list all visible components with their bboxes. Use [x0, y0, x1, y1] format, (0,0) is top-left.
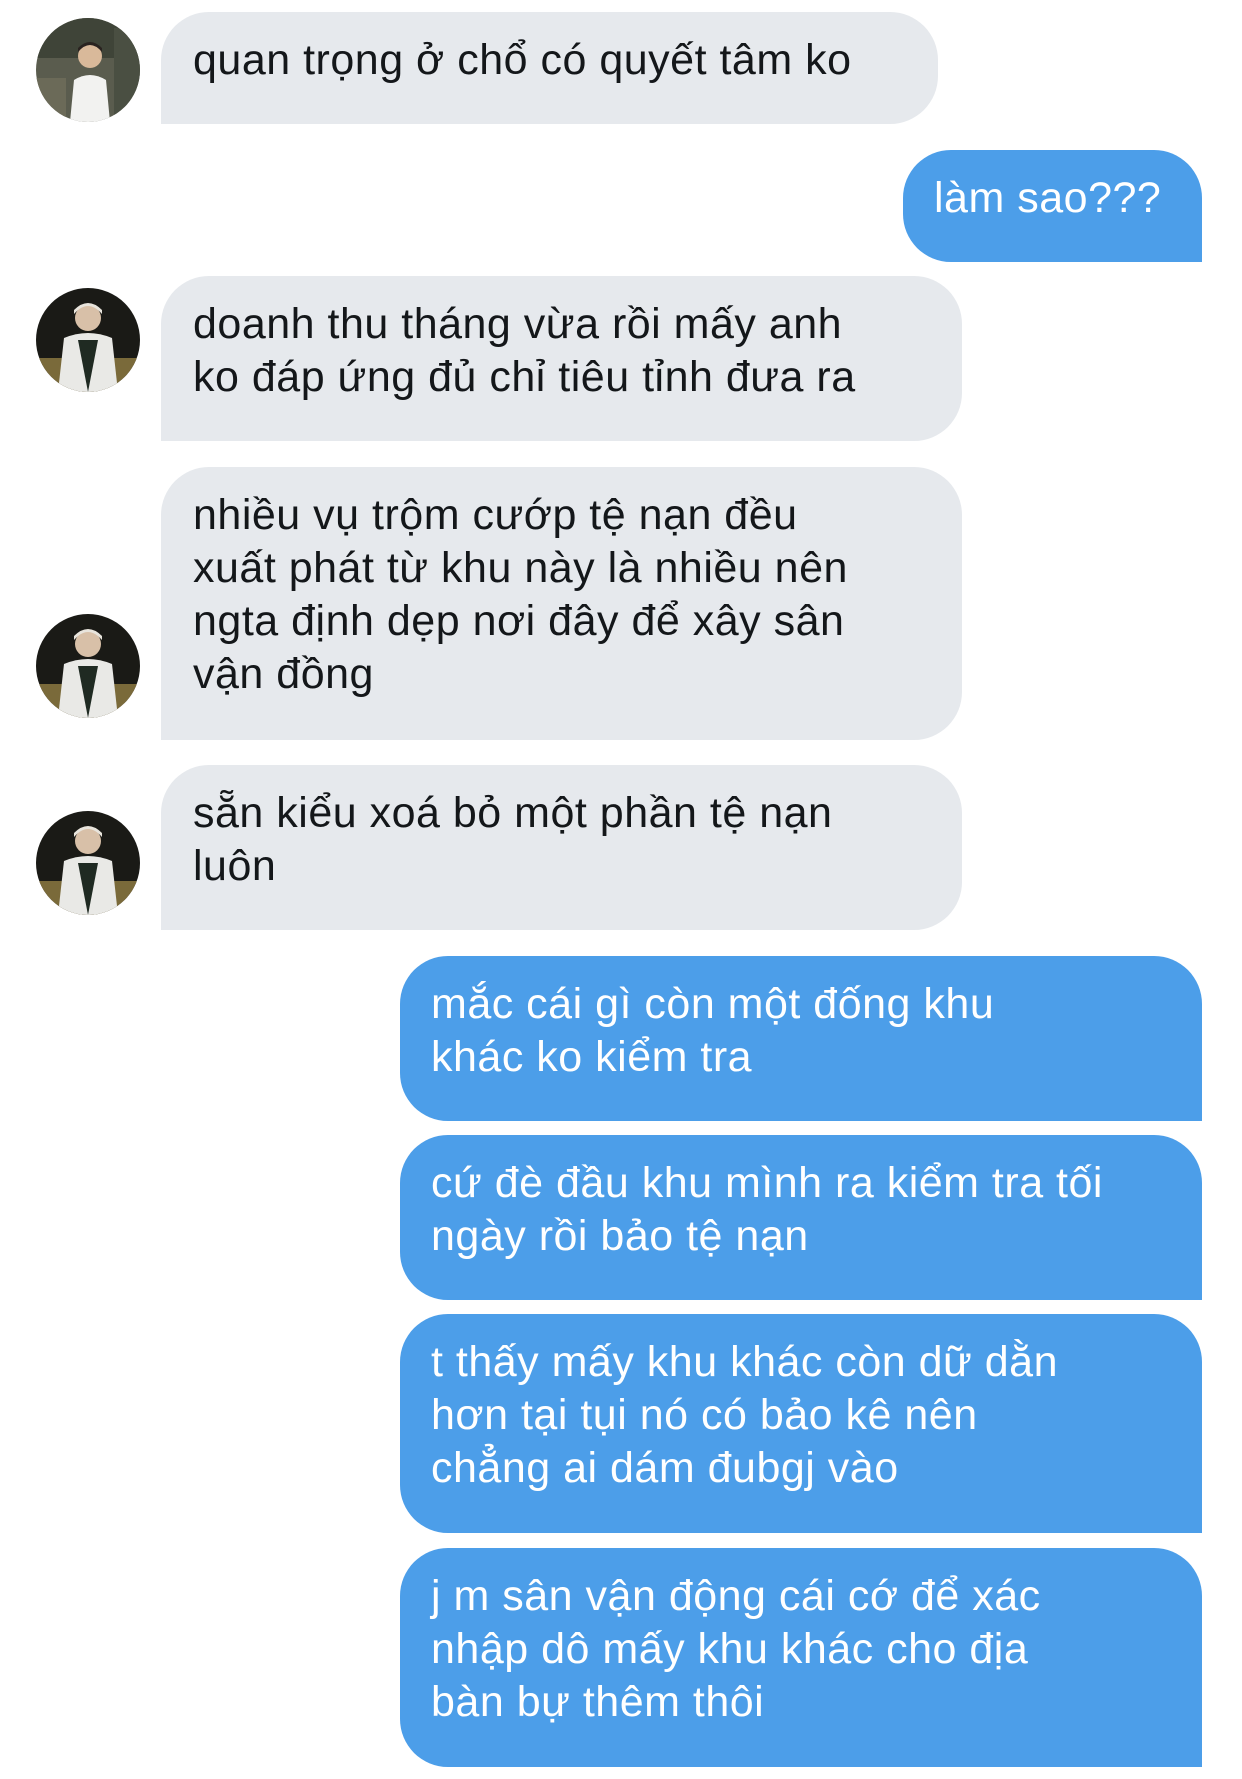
message-text: làm sao???	[934, 174, 1162, 222]
message-bubble-sent[interactable]: mắc cái gì còn một đống khu khác ko kiểm…	[400, 956, 1202, 1121]
avatar-photo[interactable]	[36, 811, 140, 915]
avatar-photo[interactable]	[36, 288, 140, 392]
message-text: hơn tại tụi nó có bảo kê nên	[431, 1391, 978, 1439]
message-text: ngta định dẹp nơi đây để xây sân	[193, 597, 845, 645]
message-bubble-received[interactable]: nhiều vụ trộm cướp tệ nạn đều xuất phát …	[161, 467, 962, 740]
message-text: chẳng ai dám đubgj vào	[431, 1444, 899, 1492]
message-text: vận đồng	[193, 650, 374, 698]
message-text: mắc cái gì còn một đống khu	[431, 980, 995, 1028]
message-text: ko đáp ứng đủ chỉ tiêu tỉnh đưa ra	[193, 353, 856, 401]
message-text: ngày rồi bảo tệ nạn	[431, 1212, 809, 1260]
message-bubble-sent[interactable]: j m sân vận động cái cớ để xác nhập dô m…	[400, 1548, 1202, 1767]
message-bubble-sent[interactable]: cứ đè đầu khu mình ra kiểm tra tối ngày …	[400, 1135, 1202, 1300]
message-text: doanh thu tháng vừa rồi mấy anh	[193, 300, 843, 348]
message-text: nhập dô mấy khu khác cho địa	[431, 1625, 1029, 1673]
message-text: luôn	[193, 842, 277, 890]
message-bubble-sent[interactable]: làm sao???	[903, 150, 1202, 262]
message-text: nhiều vụ trộm cướp tệ nạn đều	[193, 491, 798, 539]
message-text: sẵn kiểu xoá bỏ một phần tệ nạn	[193, 789, 833, 837]
message-bubble-received[interactable]: doanh thu tháng vừa rồi mấy anh ko đáp ứ…	[161, 276, 962, 441]
avatar-photo[interactable]	[36, 18, 140, 122]
chat-screen: { "conversation": { "messages": [ { "fro…	[0, 0, 1242, 1779]
message-bubble-received[interactable]: quan trọng ở chổ có quyết tâm ko	[161, 12, 938, 124]
message-text: khác ko kiểm tra	[431, 1033, 753, 1081]
message-text: xuất phát từ khu này là nhiều nên	[193, 544, 848, 592]
message-bubble-sent[interactable]: t thấy mấy khu khác còn dữ dằn hơn tại t…	[400, 1314, 1202, 1533]
message-text: quan trọng ở chổ có quyết tâm ko	[193, 36, 852, 84]
message-text: j m sân vận động cái cớ để xác	[431, 1572, 1041, 1620]
message-bubble-received[interactable]: sẵn kiểu xoá bỏ một phần tệ nạn luôn	[161, 765, 962, 930]
message-text: bàn bự thêm thôi	[431, 1678, 765, 1726]
message-text: cứ đè đầu khu mình ra kiểm tra tối	[431, 1159, 1103, 1207]
avatar-photo[interactable]	[36, 614, 140, 718]
message-text: t thấy mấy khu khác còn dữ dằn	[431, 1338, 1059, 1386]
